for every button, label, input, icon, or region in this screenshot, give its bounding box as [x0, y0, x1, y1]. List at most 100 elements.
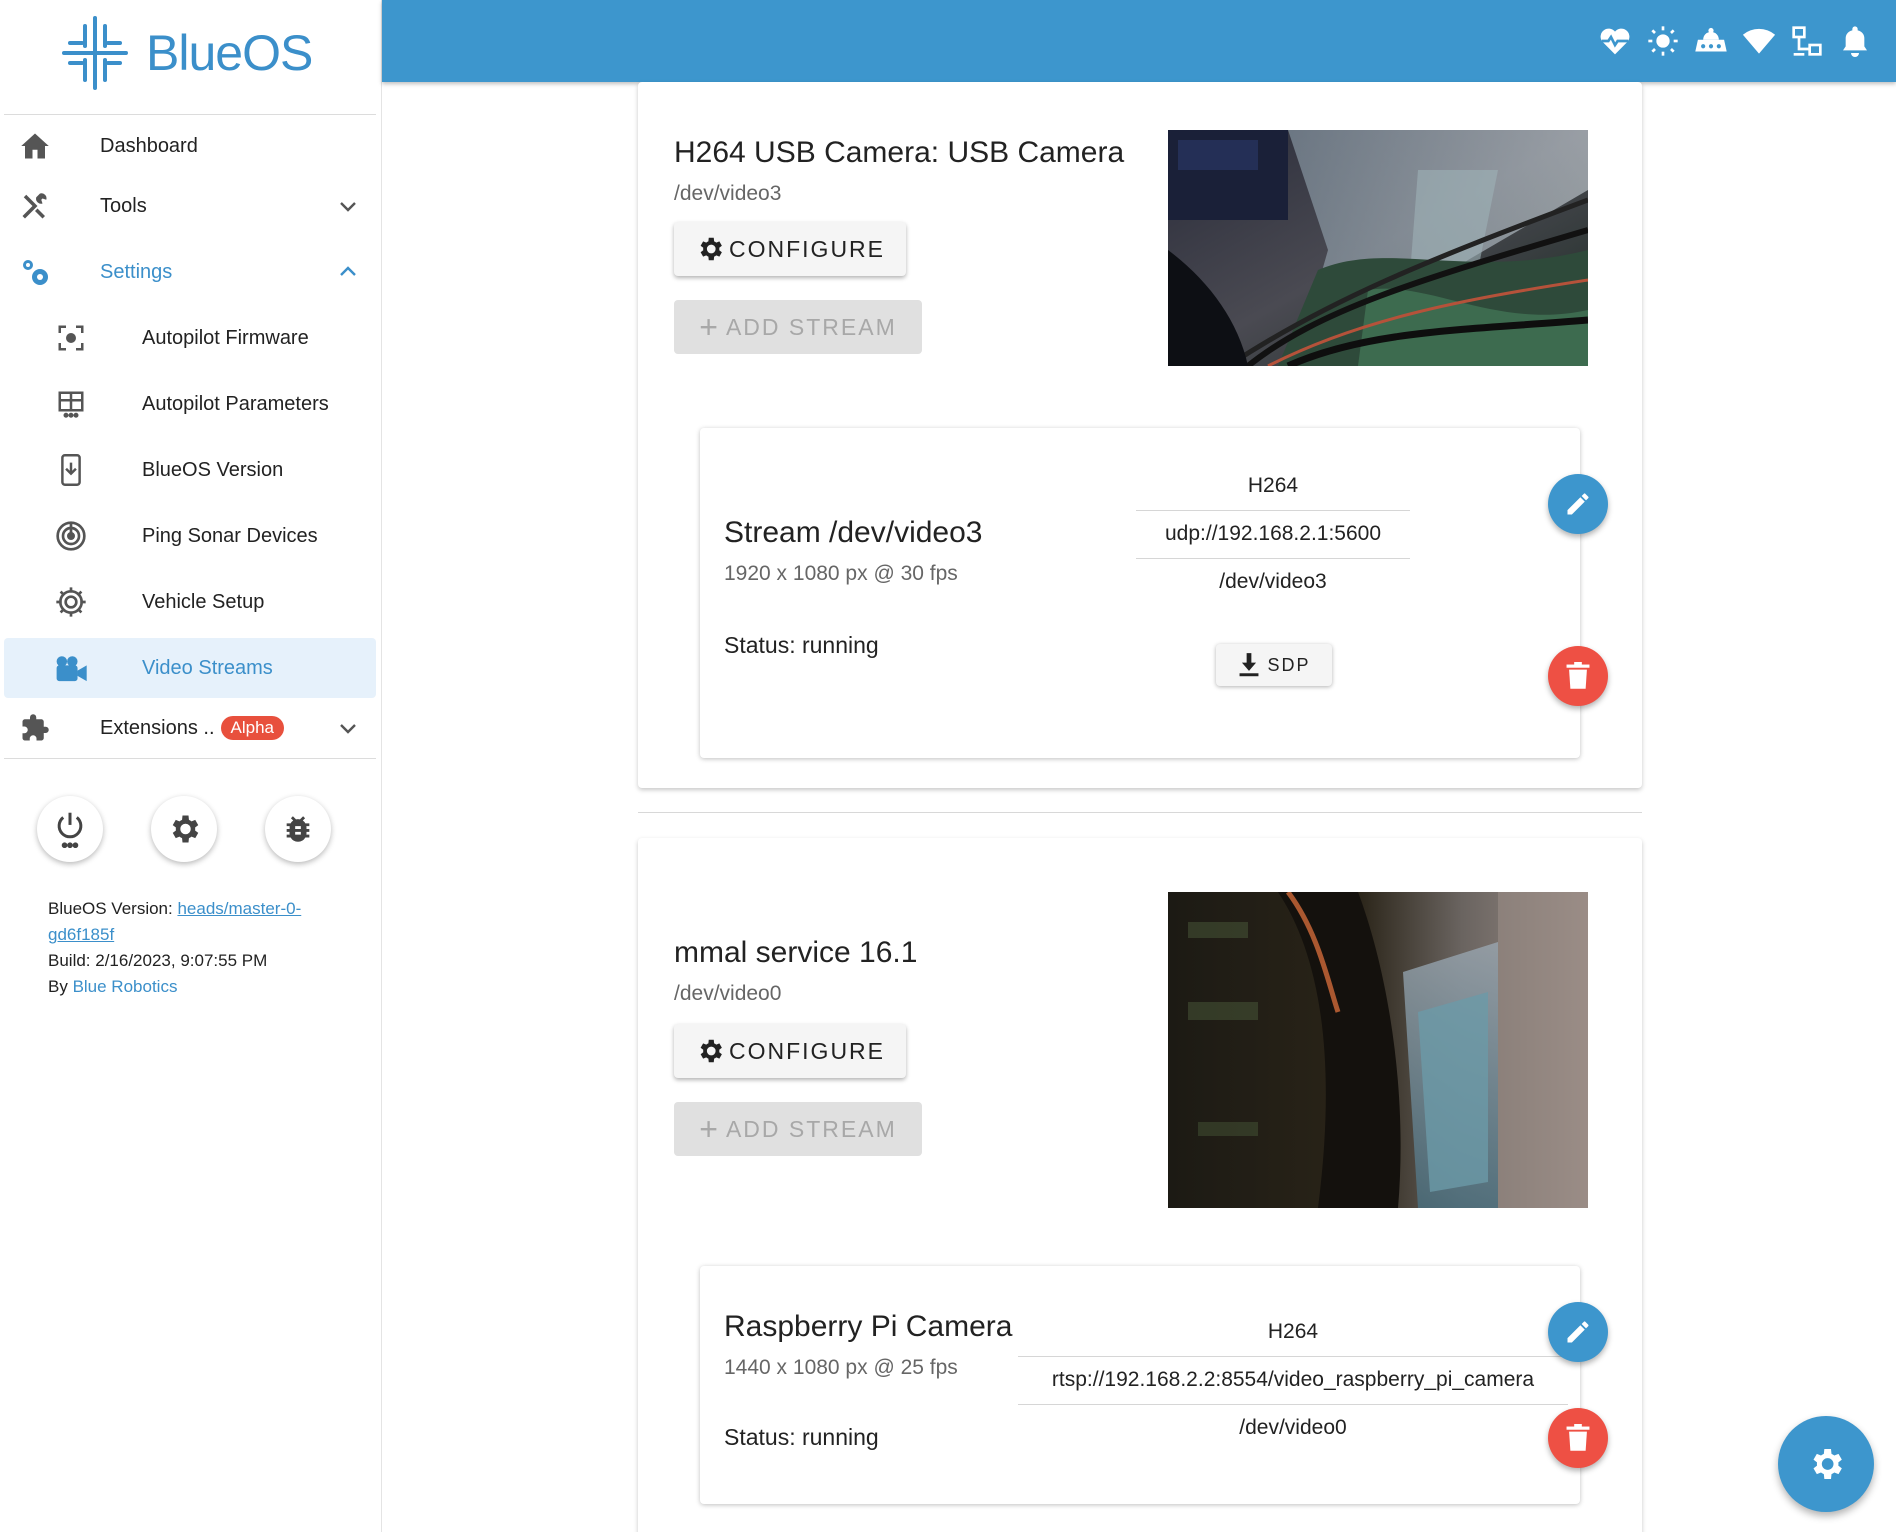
add-stream-label: ADD STREAM	[725, 313, 897, 340]
stream-title: Stream /dev/video3	[724, 516, 983, 549]
by-label: By	[48, 977, 73, 996]
stream-encode: H264	[1247, 474, 1299, 497]
blueos-logo[interactable]: BlueOS	[62, 16, 313, 90]
tools-icon	[18, 189, 52, 223]
edit-stream-button[interactable]	[1548, 1302, 1608, 1362]
video-camera-icon	[54, 651, 88, 685]
debug-button[interactable]	[265, 796, 331, 862]
sidebar-item-autopilot-parameters[interactable]: Autopilot Parameters	[4, 374, 376, 434]
trash-icon	[1566, 1424, 1590, 1451]
stream-card: Stream /dev/video3 1920 x 1080 px @ 30 f…	[700, 428, 1608, 758]
stream-source: /dev/video0	[1239, 1416, 1347, 1439]
pencil-icon	[1567, 1321, 1589, 1343]
camera-title: mmal service 16.1	[674, 936, 918, 969]
configure-label: CONFIGURE	[729, 1037, 885, 1064]
download-sdp-button[interactable]: SDP	[1216, 644, 1332, 686]
sidebar-item-label: Settings	[100, 260, 173, 283]
sidebar-item-label: BlueOS Version	[142, 458, 284, 481]
delete-stream-button[interactable]	[1548, 1408, 1608, 1468]
firmware-icon	[54, 321, 88, 355]
sidebar-item-dashboard[interactable]: Dashboard	[4, 116, 376, 176]
build-date: Build: 2/16/2023, 9:07:55 PM	[48, 951, 268, 970]
puzzle-icon	[18, 711, 52, 745]
parameters-table-icon	[54, 387, 88, 421]
sidebar-item-video-streams[interactable]: Video Streams	[4, 638, 376, 698]
stream-resolution: 1920 x 1080 px @ 30 fps	[724, 562, 958, 585]
vehicle-icon[interactable]	[1694, 22, 1728, 60]
pencil-icon	[1567, 493, 1589, 515]
sidebar-divider	[4, 114, 376, 115]
stream-status: Status: running	[724, 632, 879, 658]
sidebar: BlueOS Dashboard Tools Settings Autopilo…	[0, 0, 382, 1532]
chevron-down-icon	[340, 202, 356, 212]
blueos-logo-icon	[62, 16, 128, 90]
gear-icon	[172, 815, 199, 843]
sidebar-item-label: Video Streams	[142, 656, 273, 679]
camera-separator	[638, 812, 1642, 813]
stream-endpoint: udp://192.168.2.1:5600	[1164, 522, 1382, 545]
settings-cogs-icon	[18, 255, 52, 289]
sidebar-item-ping-sonar-devices[interactable]: Ping Sonar Devices	[4, 506, 376, 566]
gear-icon	[1813, 1449, 1842, 1479]
sdp-label: SDP	[1267, 654, 1311, 675]
network-icon[interactable]	[1790, 22, 1824, 60]
sidebar-item-extensions[interactable]: Extensions .. Alpha	[4, 698, 376, 758]
download-icon	[1240, 653, 1259, 677]
configure-button[interactable]: CONFIGURE	[674, 1024, 906, 1078]
camera-device: /dev/video3	[674, 182, 782, 205]
camera-title: H264 USB Camera: USB Camera	[674, 136, 1125, 169]
version-info: BlueOS Version: heads/master-0-gd6f185f …	[48, 896, 348, 1000]
vehicle-setup-gear-icon	[54, 585, 88, 619]
version-download-icon	[54, 453, 88, 487]
sidebar-item-label: Tools	[100, 194, 147, 217]
version-label: BlueOS Version:	[48, 899, 178, 918]
stream-status: Status: running	[724, 1424, 879, 1450]
power-button[interactable]	[37, 796, 103, 862]
sonar-icon	[54, 519, 88, 553]
alpha-badge: Alpha	[220, 716, 284, 740]
sidebar-item-blueos-version[interactable]: BlueOS Version	[4, 440, 376, 500]
sidebar-divider	[4, 758, 376, 759]
heartbeat-icon[interactable]	[1598, 22, 1632, 60]
sidebar-item-settings[interactable]: Settings	[4, 242, 376, 302]
sidebar-item-vehicle-setup[interactable]: Vehicle Setup	[4, 572, 376, 632]
bug-icon	[286, 816, 310, 842]
camera-thumbnail	[1168, 892, 1588, 1208]
stream-resolution: 1440 x 1080 px @ 25 fps	[724, 1356, 958, 1379]
configure-button[interactable]: CONFIGURE	[674, 222, 906, 276]
sidebar-item-label: Vehicle Setup	[142, 590, 265, 613]
home-icon	[18, 129, 52, 163]
sidebar-item-label: Ping Sonar Devices	[142, 524, 318, 547]
app-name: BlueOS	[146, 25, 313, 81]
sidebar-item-label: Extensions ..	[100, 716, 215, 739]
bell-icon[interactable]	[1838, 22, 1872, 60]
stream-endpoint: rtsp://192.168.2.2:8554/video_raspberry_…	[1051, 1368, 1535, 1391]
sidebar-item-tools[interactable]: Tools	[4, 176, 376, 236]
sidebar-item-label: Autopilot Firmware	[142, 326, 309, 349]
plus-icon: +	[699, 1110, 720, 1147]
chevron-up-icon	[340, 266, 356, 276]
stream-card: Raspberry Pi Camera 1440 x 1080 px @ 25 …	[700, 1266, 1608, 1504]
gear-icon	[700, 1039, 722, 1063]
stream-encode: H264	[1267, 1320, 1319, 1343]
add-stream-button[interactable]: + ADD STREAM	[674, 1102, 922, 1156]
sidebar-item-label: Autopilot Parameters	[142, 392, 329, 415]
camera-device: /dev/video0	[674, 982, 782, 1005]
sidebar-item-label: Dashboard	[100, 134, 198, 157]
page-settings-button[interactable]	[1778, 1416, 1874, 1512]
sidebar-item-autopilot-firmware[interactable]: Autopilot Firmware	[4, 308, 376, 368]
settings-button[interactable]	[151, 796, 217, 862]
gear-icon	[700, 237, 722, 261]
delete-stream-button[interactable]	[1548, 646, 1608, 706]
brightness-icon[interactable]	[1646, 22, 1680, 60]
stream-title: Raspberry Pi Camera	[724, 1310, 1013, 1343]
wifi-icon[interactable]	[1742, 22, 1776, 60]
add-stream-label: ADD STREAM	[725, 1115, 897, 1142]
add-stream-button[interactable]: + ADD STREAM	[674, 300, 922, 354]
top-bar	[382, 0, 1896, 82]
stream-source: /dev/video3	[1219, 570, 1327, 593]
trash-icon	[1566, 662, 1590, 689]
blue-robotics-link[interactable]: Blue Robotics	[73, 977, 178, 996]
camera-thumbnail	[1168, 130, 1588, 366]
edit-stream-button[interactable]	[1548, 474, 1608, 534]
